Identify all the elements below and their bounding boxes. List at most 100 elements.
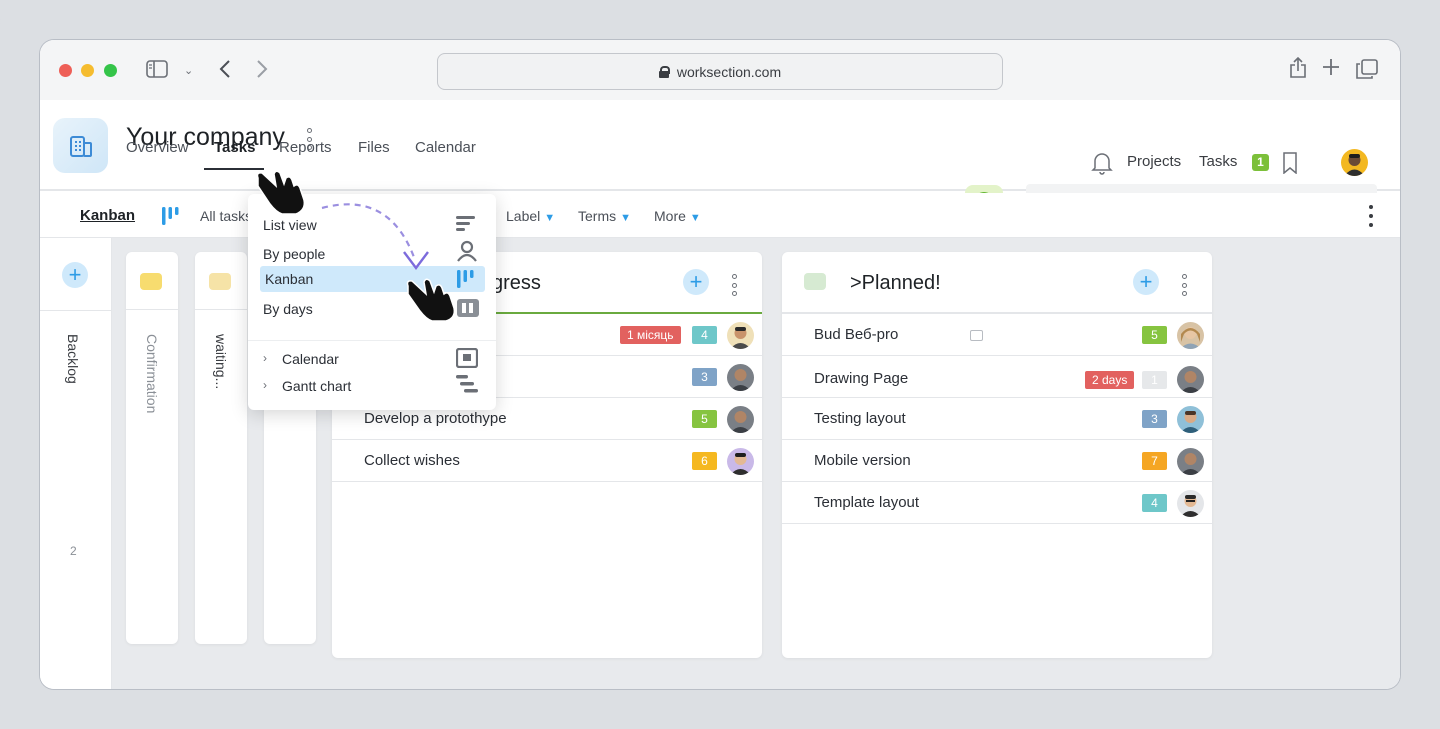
task-count-badge: 6 — [692, 452, 717, 470]
menu-item-calendar[interactable]: Calendar — [282, 351, 339, 367]
add-column-button[interactable]: + — [62, 262, 88, 288]
close-window-button[interactable] — [59, 64, 72, 77]
task-count-badge: 3 — [1142, 410, 1167, 428]
view-title[interactable]: Kanban — [80, 207, 135, 224]
filter-all-tasks[interactable]: All tasks — [200, 208, 252, 224]
chevron-right-icon: › — [263, 378, 267, 392]
chevron-right-icon: › — [263, 351, 267, 365]
task-count-badge: 4 — [692, 326, 717, 344]
filter-terms-text: Terms — [578, 208, 617, 224]
assignee-avatar[interactable] — [727, 322, 754, 349]
task-count-badge: 1 — [1142, 371, 1167, 389]
tab-overview[interactable]: Overview — [126, 139, 189, 156]
task-row[interactable]: Bud Веб-pro 5 — [782, 314, 1212, 356]
task-title: Mobile version — [814, 452, 911, 469]
column-title[interactable]: >Planned! — [850, 272, 941, 295]
assignee-avatar[interactable] — [1177, 406, 1204, 433]
kanban-board: + Backlog 2 Confirmation waiting... gres… — [40, 238, 1400, 689]
backlog-label[interactable]: Backlog — [65, 334, 81, 384]
filter-more-text: More — [654, 208, 686, 224]
column-label: waiting... — [213, 334, 229, 390]
column-header — [195, 252, 247, 310]
guide-arrow-icon — [320, 190, 440, 285]
column-header — [126, 252, 178, 310]
assignee-avatar[interactable] — [1177, 322, 1204, 349]
tab-tasks[interactable]: Tasks — [214, 139, 255, 156]
projects-link[interactable]: Projects — [1127, 153, 1181, 170]
menu-item-by-people[interactable]: By people — [263, 246, 325, 262]
address-bar[interactable]: worksection.com — [437, 53, 1003, 90]
filter-label[interactable]: Label ▼ — [506, 208, 555, 224]
assignee-avatar[interactable] — [1177, 366, 1204, 393]
task-count-badge: 5 — [1142, 326, 1167, 344]
forward-icon[interactable] — [255, 59, 269, 83]
bookmark-icon[interactable] — [1282, 152, 1298, 179]
task-title: Bud Веб-pro — [814, 326, 899, 343]
tab-calendar[interactable]: Calendar — [415, 139, 476, 156]
task-count-badge: 4 — [1142, 494, 1167, 512]
column-waiting[interactable]: waiting... — [195, 252, 247, 644]
menu-item-gantt-chart[interactable]: Gantt chart — [282, 378, 351, 394]
column-confirmation[interactable]: Confirmation — [126, 252, 178, 644]
tab-files[interactable]: Files — [358, 139, 390, 156]
add-task-to-column-button[interactable]: + — [683, 269, 709, 295]
chevron-down-icon: ▼ — [544, 212, 556, 224]
column-menu-icon[interactable] — [729, 274, 739, 296]
assignee-avatar[interactable] — [727, 364, 754, 391]
notification-badge[interactable]: 1 — [1252, 154, 1269, 171]
calendar-icon — [455, 347, 479, 373]
tabs-overview-icon[interactable] — [1356, 59, 1378, 83]
minimize-window-button[interactable] — [81, 64, 94, 77]
tab-reports[interactable]: Reports — [279, 139, 332, 156]
assignee-avatar[interactable] — [727, 448, 754, 475]
kanban-view-icon[interactable] — [161, 205, 179, 232]
pointer-hand-icon — [252, 166, 312, 221]
filter-terms[interactable]: Terms ▼ — [578, 208, 631, 224]
task-row[interactable]: Testing layout 3 — [782, 398, 1212, 440]
tasks-link[interactable]: Tasks — [1199, 153, 1237, 170]
assignee-avatar[interactable] — [727, 406, 754, 433]
menu-item-kanban[interactable]: Kanban — [265, 271, 313, 287]
task-count-badge: 7 — [1142, 452, 1167, 470]
backlog-divider — [40, 310, 112, 311]
assignee-avatar[interactable] — [1177, 448, 1204, 475]
browser-toolbar: ⌄ worksection.com — [40, 40, 1400, 100]
list-view-icon — [456, 215, 476, 238]
deadline-tag: 1 місяць — [620, 326, 681, 344]
back-icon[interactable] — [218, 59, 232, 83]
column-header: >Planned! + — [782, 252, 1212, 312]
task-row[interactable]: Mobile version 7 — [782, 440, 1212, 482]
sidebar-toggle-icon[interactable] — [146, 60, 168, 82]
subtask-icon — [970, 330, 983, 341]
chevron-down-icon[interactable]: ⌄ — [184, 61, 193, 81]
menu-item-by-days[interactable]: By days — [263, 301, 313, 317]
task-title: Develop a protothype — [364, 410, 507, 427]
bell-icon[interactable] — [1091, 151, 1113, 180]
share-icon[interactable] — [1289, 56, 1307, 83]
lock-icon — [658, 65, 670, 78]
toolbar-menu-icon[interactable] — [1366, 205, 1376, 227]
filter-label-text: Label — [506, 208, 541, 224]
column-label: Confirmation — [144, 334, 160, 414]
new-tab-icon[interactable] — [1322, 58, 1340, 80]
gantt-icon — [456, 374, 478, 399]
task-title: Testing layout — [814, 410, 906, 427]
maximize-window-button[interactable] — [104, 64, 117, 77]
board-toolbar: Kanban All tasks Label ▼ Terms ▼ More ▼ — [40, 193, 1400, 238]
add-task-to-column-button[interactable]: + — [1133, 269, 1159, 295]
task-title: Collect wishes — [364, 452, 460, 469]
assignee-avatar[interactable] — [1177, 490, 1204, 517]
filter-more[interactable]: More ▼ — [654, 208, 701, 224]
building-icon — [69, 135, 92, 157]
deadline-tag: 2 days — [1085, 371, 1135, 389]
task-row[interactable]: Collect wishes 6 — [332, 440, 762, 482]
user-avatar[interactable] — [1341, 149, 1368, 176]
task-row[interactable]: Drawing Page 2 days 1 — [782, 356, 1212, 398]
task-count-badge: 5 — [692, 410, 717, 428]
task-row[interactable]: Template layout 4 — [782, 482, 1212, 524]
column-title[interactable]: gress — [492, 272, 541, 295]
company-logo[interactable] — [53, 118, 108, 173]
people-icon — [456, 240, 478, 267]
column-color-swatch — [140, 273, 162, 290]
column-menu-icon[interactable] — [1179, 274, 1189, 296]
